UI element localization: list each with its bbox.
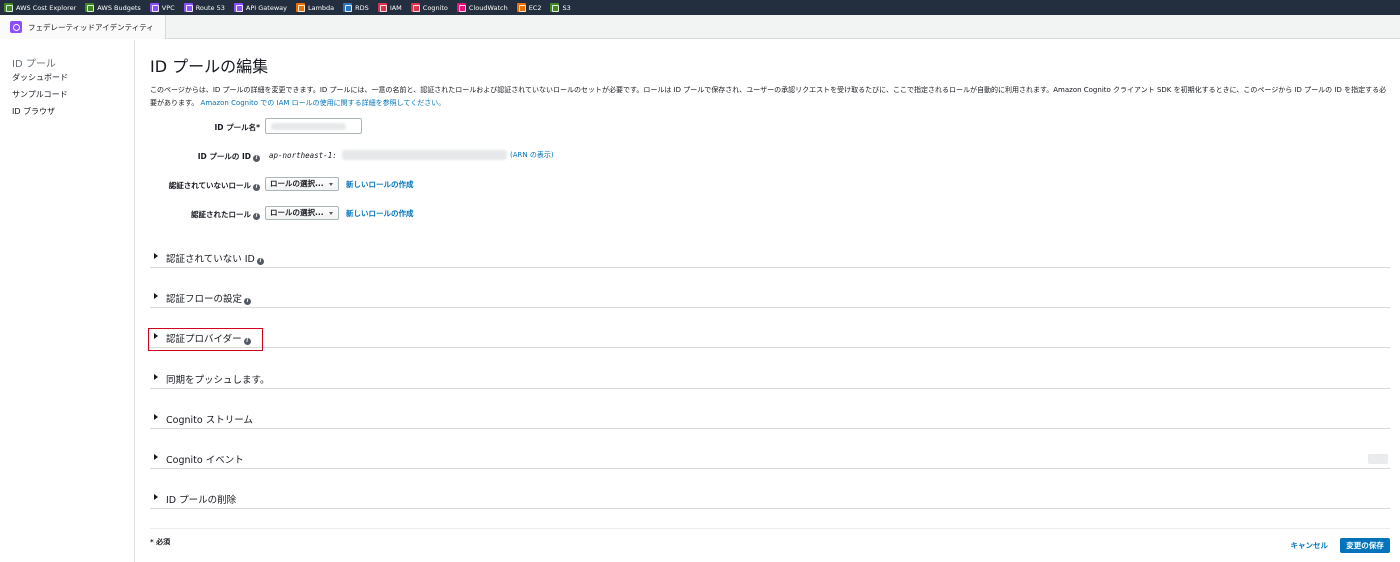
unauth-role-label: 認証されていないロール i <box>150 180 260 191</box>
info-icon[interactable]: i <box>253 155 260 162</box>
info-icon[interactable]: i <box>253 184 260 191</box>
expand-triangle-icon <box>154 454 158 460</box>
favorite-label: VPC <box>161 3 175 12</box>
auth-role-select[interactable]: ロールの選択... <box>265 206 339 220</box>
favorite-label: API Gateway <box>245 3 287 12</box>
footer-divider <box>150 528 1390 529</box>
vpc-icon <box>149 3 159 12</box>
info-icon[interactable]: i <box>244 298 252 305</box>
favorite-budgets[interactable]: AWS Budgets <box>85 3 141 12</box>
blurred-button <box>1368 454 1388 464</box>
section-authentication-flow[interactable]: 認証フローの設定 i <box>150 288 1390 308</box>
favorite-cloudwatch[interactable]: CloudWatch <box>456 3 508 12</box>
iam-icon <box>377 3 387 12</box>
section-label: 認証されていない ID <box>166 254 255 265</box>
favorites-bar: AWS Cost Explorer AWS Budgets VPC Route 53 A… <box>0 0 1400 15</box>
expand-triangle-icon <box>154 414 158 420</box>
cognito-icon <box>10 21 22 33</box>
section-cognito-streams[interactable]: Cognito ストリーム <box>150 409 1390 429</box>
favorite-label: AWS Cost Explorer <box>16 3 77 12</box>
lambda-icon <box>295 3 305 12</box>
section-push-sync[interactable]: 同期をプッシュします。 <box>150 369 1390 389</box>
section-label: 認証フローの設定 <box>166 294 243 305</box>
favorite-ec2[interactable]: EC2 <box>516 3 542 12</box>
section-authentication-providers[interactable]: 認証プロバイダー i <box>150 328 1390 348</box>
sidebar-item-sample-code[interactable]: サンプルコード <box>12 89 68 100</box>
cost-explorer-icon <box>4 3 13 12</box>
cloudwatch-icon <box>456 3 466 12</box>
info-icon[interactable]: i <box>253 213 260 220</box>
info-icon[interactable]: i <box>256 258 264 265</box>
pool-name-label: ID プール名* <box>214 123 260 132</box>
section-label: 同期をプッシュします。 <box>166 375 270 386</box>
favorite-label: S3 <box>562 3 571 12</box>
service-title: フェデレーティッドアイデンティティ <box>28 22 154 32</box>
sidebar: ID プール ダッシュボード サンプルコード ID ブラウザ <box>0 40 135 562</box>
show-arn-link[interactable]: (ARN の表示) <box>510 150 554 160</box>
section-label: Cognito イベント <box>166 455 244 466</box>
s3-icon <box>550 3 560 12</box>
create-unauth-role-link[interactable]: 新しいロールの作成 <box>346 179 414 190</box>
auth-role-label: 認証されたロール i <box>150 209 260 220</box>
favorite-s3[interactable]: S3 <box>550 3 571 12</box>
main-content: ID プールの編集 このページからは、ID プールの詳細を変更できます。ID プ… <box>148 40 1390 562</box>
budgets-icon <box>85 3 95 12</box>
service-header: フェデレーティッドアイデンティティ <box>0 15 1400 39</box>
unauth-role-select[interactable]: ロールの選択... <box>265 177 339 191</box>
auth-role-select-value: ロールの選択... <box>270 208 324 217</box>
favorite-label: Cognito <box>422 3 448 12</box>
favorite-label: CloudWatch <box>468 3 508 12</box>
service-tab[interactable]: フェデレーティッドアイデンティティ <box>0 15 166 39</box>
expand-triangle-icon <box>154 293 158 299</box>
caret-down-icon <box>329 212 333 215</box>
favorite-route53[interactable]: Route 53 <box>183 3 225 12</box>
favorite-vpc[interactable]: VPC <box>149 3 175 12</box>
expand-triangle-icon <box>154 253 158 259</box>
section-cognito-events[interactable]: Cognito イベント <box>150 449 1390 469</box>
favorite-cognito[interactable]: Cognito <box>410 3 448 12</box>
api-gateway-icon <box>233 3 243 12</box>
section-label: ID プールの削除 <box>166 495 237 506</box>
favorite-cost-explorer[interactable]: AWS Cost Explorer <box>4 3 76 12</box>
page-title: ID プールの編集 <box>150 57 269 76</box>
favorite-label: RDS <box>355 3 369 12</box>
favorite-label: Route 53 <box>195 3 225 12</box>
section-delete-pool[interactable]: ID プールの削除 <box>150 489 1390 509</box>
ec2-icon <box>516 3 526 12</box>
caret-down-icon <box>329 183 333 186</box>
favorite-label: IAM <box>389 3 402 12</box>
favorite-lambda[interactable]: Lambda <box>295 3 335 12</box>
sidebar-title: ID プール <box>12 59 56 70</box>
favorite-api-gateway[interactable]: API Gateway <box>233 3 287 12</box>
expand-triangle-icon <box>154 374 158 380</box>
sidebar-item-dashboard[interactable]: ダッシュボード <box>12 72 68 83</box>
highlight-box <box>148 328 263 351</box>
page-description: このページからは、ID プールの詳細を変更できます。ID プールには、一意の名前… <box>150 84 1390 109</box>
redacted-value <box>271 123 346 130</box>
pool-id-prefix: ap-northeast-1: <box>269 151 337 160</box>
favorite-rds[interactable]: RDS <box>343 3 369 12</box>
rds-icon <box>343 3 353 12</box>
favorite-label: Lambda <box>307 3 335 12</box>
favorite-iam[interactable]: IAM <box>377 3 402 12</box>
iam-roles-doc-link[interactable]: Amazon Cognito での IAM ロールの使用に関する詳細を参照してく… <box>201 99 446 107</box>
section-label: Cognito ストリーム <box>166 415 253 426</box>
cognito-icon <box>410 3 420 12</box>
sidebar-item-identity-browser[interactable]: ID ブラウザ <box>12 106 55 117</box>
pool-id-label: ID プールの ID i <box>150 151 260 162</box>
redacted-pool-id <box>342 150 507 160</box>
expand-triangle-icon <box>154 494 158 500</box>
section-unauthenticated-identities[interactable]: 認証されていない ID i <box>150 248 1390 268</box>
route53-icon <box>183 3 193 12</box>
favorite-label: EC2 <box>528 3 542 12</box>
save-changes-button[interactable]: 変更の保存 <box>1340 538 1390 553</box>
create-auth-role-link[interactable]: 新しいロールの作成 <box>346 208 414 219</box>
required-note: * 必須 <box>150 538 171 546</box>
cancel-button[interactable]: キャンセル <box>1291 540 1329 551</box>
unauth-role-select-value: ロールの選択... <box>270 179 324 188</box>
favorite-label: AWS Budgets <box>97 3 141 12</box>
pool-name-input[interactable] <box>265 118 362 134</box>
